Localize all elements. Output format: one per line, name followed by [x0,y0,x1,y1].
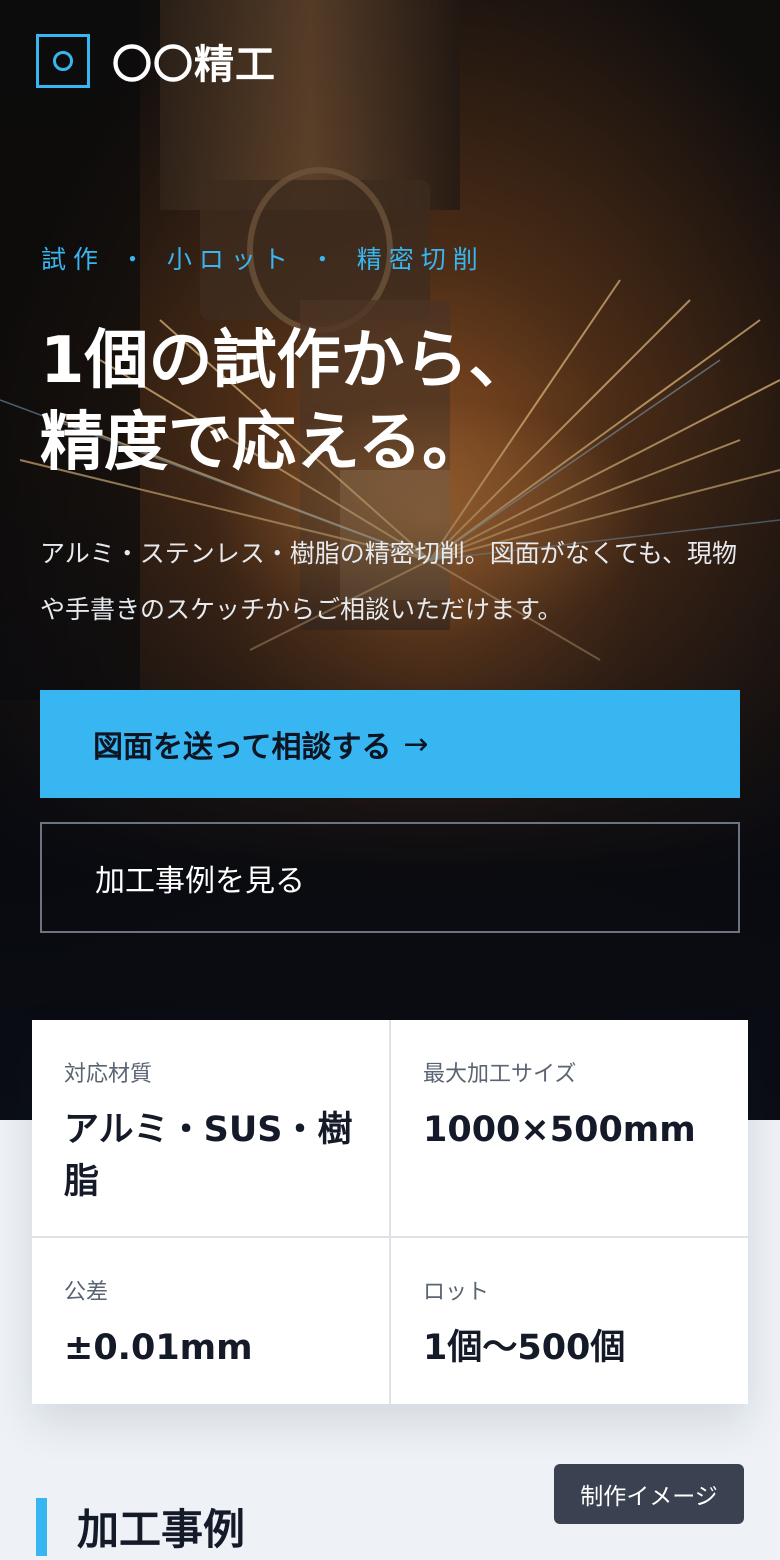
logo-text: 〇〇精工 [112,42,276,88]
spec-card-material: 対応材質 アルミ・SUS・樹脂 [32,1020,389,1236]
send-drawing-button[interactable]: 図面を送って相談する → [40,690,740,798]
spec-card-lot: ロット 1個〜500個 [391,1238,748,1404]
logo-mark-icon [36,34,90,88]
sample-image-badge: 制作イメージ [554,1464,744,1524]
spec-value: アルミ・SUS・樹脂 [64,1110,353,1202]
site-logo[interactable]: 〇〇精工 [36,32,276,90]
spec-card-max-size: 最大加工サイズ 1000×500mm [391,1020,748,1236]
hero-headline-line-2: 精度で応える。 [40,406,487,480]
section-heading: 加工事例 [36,1496,245,1557]
spec-label: ロット [423,1280,490,1305]
spec-label: 公差 [64,1280,109,1305]
hero-headline: 1個の試作から、 精度で応える。 [40,320,533,484]
view-cases-button-label: 加工事例を見る [95,863,305,899]
view-cases-button[interactable]: 加工事例を見る [40,822,740,933]
spec-grid: 対応材質 アルミ・SUS・樹脂 最大加工サイズ 1000×500mm 公差 ±0… [32,1020,748,1404]
spec-card-tolerance: 公差 ±0.01mm [32,1238,389,1404]
hero-headline-line-1: 1個の試作から、 [40,324,533,398]
spec-value: ±0.01mm [64,1328,253,1368]
spec-value: 1個〜500個 [423,1328,626,1368]
send-drawing-button-label: 図面を送って相談する [93,730,392,765]
hero-tagline: 試作 ・ 小ロット ・ 精密切削 [41,245,485,274]
landing-page: 〇〇精工 試作 ・ 小ロット ・ 精密切削 1個の試作から、 精度で応える。 ア… [0,0,780,1560]
spec-label: 対応材質 [64,1062,153,1087]
spec-label: 最大加工サイズ [423,1062,577,1087]
hero-section: 〇〇精工 試作 ・ 小ロット ・ 精密切削 1個の試作から、 精度で応える。 ア… [0,0,780,1120]
arrow-right-icon: → [403,726,429,762]
section-accent-bar [36,1497,47,1556]
spec-value: 1000×500mm [423,1110,696,1150]
hero-lead-text: アルミ・ステンレス・樹脂の精密切削。図面がなくても、現物や手書きのスケッチからご… [40,539,738,624]
section-title: 加工事例 [77,1505,246,1554]
